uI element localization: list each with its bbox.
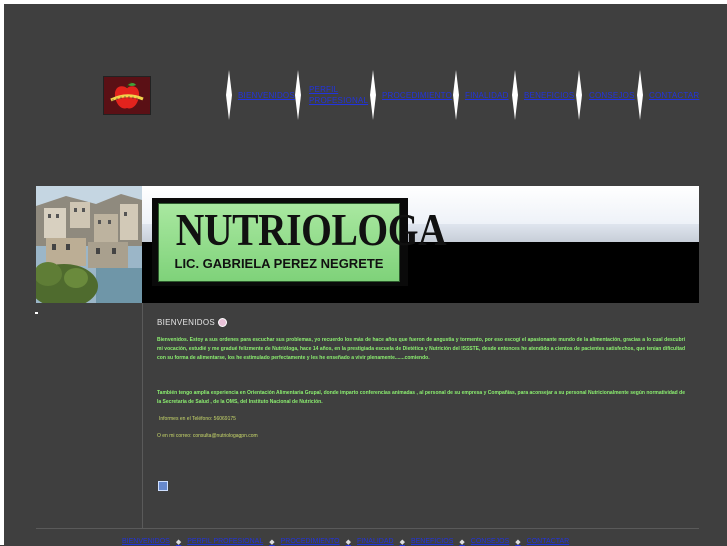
header-photo-coastal-village bbox=[36, 186, 142, 303]
top-border bbox=[0, 0, 727, 4]
site-title: NUTRIOLOGA bbox=[175, 204, 447, 255]
nav-item-bienvenidos[interactable]: BIENVENIDOS bbox=[238, 72, 295, 118]
nav-link-label[interactable]: CONTACTAR bbox=[649, 90, 699, 101]
image-placeholder-icon[interactable] bbox=[158, 481, 168, 491]
nav-separator bbox=[226, 70, 232, 120]
sidebar-marker bbox=[35, 312, 38, 314]
phone-info: Informes en el Teléfono: 56069175 bbox=[159, 416, 236, 422]
flower-icon bbox=[217, 318, 227, 327]
nav-link-label[interactable]: FINALIDAD bbox=[465, 90, 509, 101]
nav-separator bbox=[512, 70, 518, 120]
nav-item-contactar[interactable]: CONTACTAR bbox=[649, 72, 699, 118]
nav-item-beneficios[interactable]: BENEFICIOS bbox=[524, 72, 574, 118]
apple-tape-measure-icon bbox=[107, 78, 147, 113]
nav-link-label[interactable]: PERFIL PROFESIONAL bbox=[309, 84, 369, 106]
nav-item-perfil-profesional[interactable]: PERFIL PROFESIONAL bbox=[309, 72, 369, 118]
experience-paragraph: También tengo amplia experiencia en Orie… bbox=[157, 390, 685, 406]
email-info: O en mi correo: consulta@nutriologagpn.c… bbox=[157, 433, 258, 439]
nav-item-consejos[interactable]: CONSEJOS bbox=[589, 72, 635, 118]
page-heading-label: BIENVENIDOS bbox=[157, 318, 215, 327]
nav-separator bbox=[576, 70, 582, 120]
nav-link-label[interactable]: CONSEJOS bbox=[589, 90, 635, 101]
left-border bbox=[0, 0, 4, 545]
nav-item-procedimiento[interactable]: PROCEDIMIENTO bbox=[382, 72, 452, 118]
site-subtitle: LIC. GABRIELA PEREZ NEGRETE bbox=[174, 256, 384, 271]
nav-link-label[interactable]: BENEFICIOS bbox=[524, 90, 574, 101]
nav-separator bbox=[295, 70, 301, 120]
welcome-paragraph: Bienvenidos. Estoy a sus ordenes para es… bbox=[157, 337, 685, 362]
nav-item-finalidad[interactable]: FINALIDAD bbox=[465, 72, 509, 118]
title-plate: NUTRIOLOGA LIC. GABRIELA PEREZ NEGRETE bbox=[158, 203, 447, 282]
nav-separator bbox=[370, 70, 376, 120]
page-heading: BIENVENIDOS bbox=[157, 318, 227, 327]
nav-link-label[interactable]: BIENVENIDOS bbox=[238, 90, 295, 101]
logo[interactable] bbox=[103, 76, 151, 115]
footer-divider bbox=[36, 528, 699, 529]
nav-separator bbox=[453, 70, 459, 120]
nav-separator bbox=[637, 70, 643, 120]
nav-link-label[interactable]: PROCEDIMIENTO bbox=[382, 90, 452, 101]
content-divider bbox=[142, 303, 143, 529]
